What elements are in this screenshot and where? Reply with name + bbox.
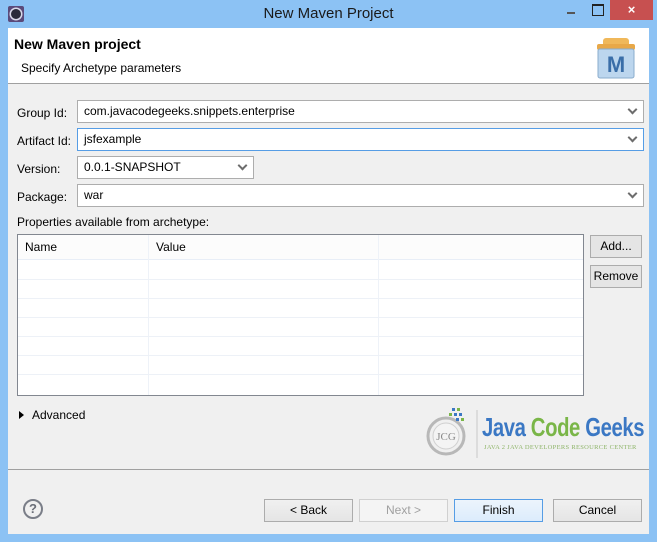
add-property-button[interactable]: Add...	[590, 235, 642, 258]
version-value: 0.0.1-SNAPSHOT	[84, 160, 181, 174]
title-bar[interactable]: New Maven Project ×	[0, 0, 657, 28]
wizard-title: New Maven project	[14, 36, 141, 52]
artifact-id-label: Artifact Id:	[17, 134, 72, 148]
jcg-badge-icon: JCG	[426, 408, 478, 458]
remove-property-button[interactable]: Remove	[590, 265, 642, 288]
footer-separator	[8, 469, 649, 470]
table-row	[18, 374, 583, 375]
minimize-button[interactable]	[558, 0, 584, 20]
properties-label: Properties available from archetype:	[17, 215, 210, 229]
table-row	[18, 355, 583, 356]
logo-tagline: JAVA 2 JAVA DEVELOPERS RESOURCE CENTER	[484, 444, 637, 451]
artifact-id-value: jsfexample	[84, 132, 142, 146]
wizard-banner: New Maven project Specify Archetype para…	[8, 28, 649, 84]
dialog-client-area: New Maven project Specify Archetype para…	[8, 28, 649, 534]
artifact-id-combo[interactable]: jsfexample	[77, 128, 644, 151]
expand-arrow-icon	[19, 411, 24, 419]
group-id-value: com.javacodegeeks.snippets.enterprise	[84, 104, 295, 118]
chevron-down-icon[interactable]	[627, 133, 639, 145]
table-row	[18, 279, 583, 280]
version-combo[interactable]: 0.0.1-SNAPSHOT	[77, 156, 254, 179]
advanced-label: Advanced	[32, 408, 86, 422]
package-label: Package:	[17, 190, 68, 204]
package-combo[interactable]: war	[77, 184, 644, 207]
package-value: war	[84, 188, 104, 202]
dialog-window: New Maven Project × New Maven project Sp…	[0, 0, 657, 542]
column-header-extra	[379, 235, 583, 260]
column-separator	[378, 235, 379, 395]
chevron-down-icon[interactable]	[237, 161, 249, 173]
version-label: Version:	[17, 162, 61, 176]
column-header-name[interactable]: Name	[18, 235, 149, 260]
svg-text:M: M	[607, 52, 625, 77]
column-header-value[interactable]: Value	[149, 235, 379, 260]
group-id-combo[interactable]: com.javacodegeeks.snippets.enterprise	[77, 100, 644, 123]
group-id-label: Group Id:	[17, 106, 68, 120]
svg-text:JCG: JCG	[436, 431, 456, 443]
maximize-button[interactable]	[584, 0, 610, 20]
advanced-section-toggle[interactable]: Advanced	[19, 408, 85, 422]
chevron-down-icon[interactable]	[627, 189, 639, 201]
back-button[interactable]: < Back	[264, 499, 353, 522]
chevron-down-icon[interactable]	[627, 105, 639, 117]
properties-table[interactable]: Name Value	[17, 234, 584, 396]
help-icon[interactable]: ?	[23, 499, 43, 519]
close-icon: ×	[627, 2, 636, 17]
column-separator	[148, 235, 149, 395]
next-button[interactable]: Next >	[359, 499, 448, 522]
wizard-subtitle: Specify Archetype parameters	[21, 61, 182, 75]
table-row	[18, 317, 583, 318]
maven-icon: M	[597, 38, 635, 79]
logo-wordmark: Java Code Geeks	[482, 412, 645, 442]
table-row	[18, 336, 583, 337]
cancel-button[interactable]: Cancel	[553, 499, 642, 522]
finish-button[interactable]: Finish	[454, 499, 543, 522]
close-button[interactable]: ×	[610, 0, 653, 20]
java-code-geeks-logo: JCG Java Code Geeks JAVA 2 JAVA DEVELOPE…	[420, 396, 646, 466]
table-row	[18, 298, 583, 299]
